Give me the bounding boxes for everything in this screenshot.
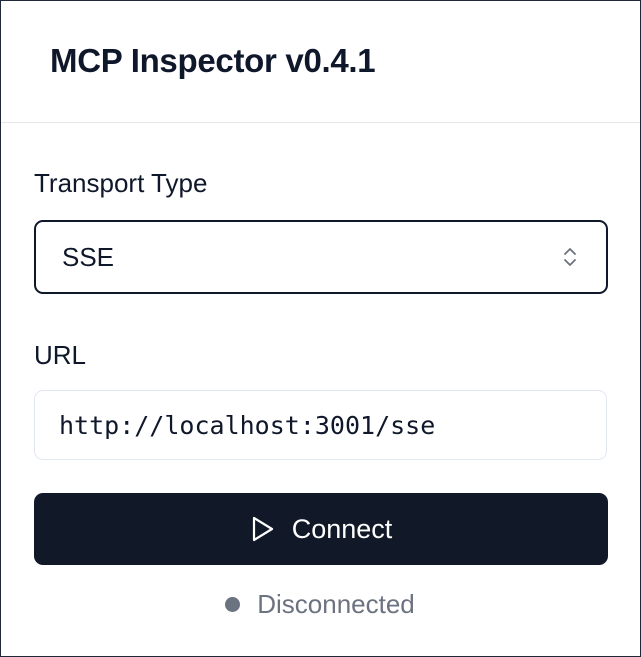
connect-button-label: Connect bbox=[291, 513, 393, 544]
connect-button[interactable]: Connect bbox=[34, 493, 608, 565]
url-label: URL bbox=[34, 340, 87, 370]
transport-type-label: Transport Type bbox=[34, 168, 208, 198]
connection-form: Transport Type SSE URL Connect Disconnec… bbox=[1, 167, 640, 620]
status-dot bbox=[225, 597, 241, 612]
chevrons-up-down-icon bbox=[564, 248, 576, 266]
app-title: MCP Inspector v0.4.1 bbox=[50, 42, 376, 79]
status-text: Disconnected bbox=[257, 589, 415, 619]
header: MCP Inspector v0.4.1 bbox=[1, 1, 640, 123]
transport-type-value: SSE bbox=[62, 241, 115, 272]
connection-status: Disconnected bbox=[34, 589, 606, 620]
url-input[interactable] bbox=[34, 390, 607, 460]
play-icon bbox=[252, 516, 273, 542]
transport-type-select[interactable]: SSE bbox=[34, 220, 608, 294]
sidebar-panel: MCP Inspector v0.4.1 Transport Type SSE … bbox=[0, 0, 641, 657]
